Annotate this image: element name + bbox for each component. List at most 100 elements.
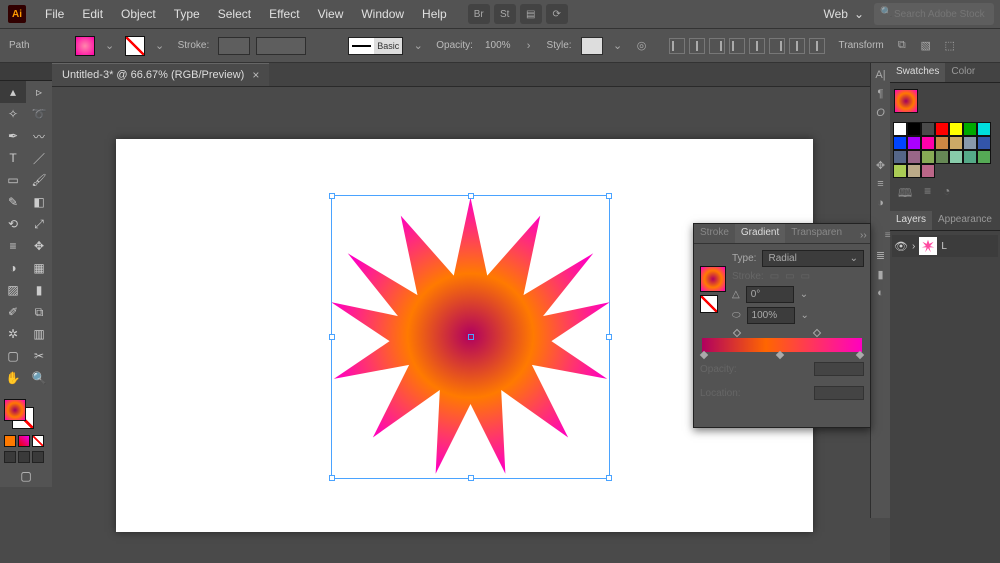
stop-opacity-input[interactable] xyxy=(814,362,864,376)
swatch[interactable] xyxy=(935,150,949,164)
midpoint-2[interactable] xyxy=(813,329,821,337)
handle-t[interactable] xyxy=(468,193,474,199)
menu-edit[interactable]: Edit xyxy=(73,7,112,21)
swatch[interactable] xyxy=(907,150,921,164)
swatch[interactable] xyxy=(977,136,991,150)
swatch[interactable] xyxy=(977,150,991,164)
swatch[interactable] xyxy=(893,136,907,150)
tab-appearance[interactable]: Appearance xyxy=(932,211,998,230)
handle-br[interactable] xyxy=(606,475,612,481)
none-mode-icon[interactable] xyxy=(32,435,44,447)
color-stop-2[interactable] xyxy=(776,352,784,361)
direct-selection-tool[interactable]: ▹ xyxy=(26,81,52,103)
swatch[interactable] xyxy=(921,150,935,164)
handle-b[interactable] xyxy=(468,475,474,481)
swatch[interactable] xyxy=(907,164,921,178)
swatch-libraries-icon[interactable]: 🕮 xyxy=(898,184,912,205)
paintbrush-tool[interactable]: 🖌 xyxy=(26,169,52,191)
stroke-weight-input[interactable] xyxy=(218,37,250,55)
swatch[interactable] xyxy=(893,122,907,136)
gpu-icon[interactable]: ⟳ xyxy=(546,4,568,24)
selection-tool[interactable]: ▴ xyxy=(0,81,26,103)
transform-panel-icon[interactable]: ✥ xyxy=(873,157,889,173)
edit-object-icon[interactable]: ⬚ xyxy=(941,37,959,55)
menu-view[interactable]: View xyxy=(309,7,353,21)
color-stop-1[interactable] xyxy=(700,352,708,361)
mesh-tool[interactable]: ▨ xyxy=(0,279,26,301)
fill-stroke-control[interactable] xyxy=(4,399,34,429)
curvature-tool[interactable]: 〰 xyxy=(26,125,52,147)
stroke-dropdown-icon[interactable]: ⌄ xyxy=(151,37,169,55)
stroke-panel-icon[interactable]: ≣ xyxy=(873,247,889,263)
brush-dropdown-icon[interactable]: ⌄ xyxy=(409,37,427,55)
panel-menu-icon[interactable]: ≡ xyxy=(879,227,897,240)
swatch[interactable] xyxy=(907,136,921,150)
color-mode-icon[interactable] xyxy=(4,435,16,447)
menu-window[interactable]: Window xyxy=(352,7,413,21)
tab-swatches[interactable]: Swatches xyxy=(890,63,945,82)
eyedropper-tool[interactable]: ✐ xyxy=(0,301,26,323)
search-input[interactable] xyxy=(874,3,994,25)
pen-tool[interactable]: ✒ xyxy=(0,125,26,147)
angle-dropdown-icon[interactable]: ⌄ xyxy=(800,289,808,300)
menu-type[interactable]: Type xyxy=(165,7,209,21)
align-bottom-icon[interactable] xyxy=(769,38,785,54)
close-tab-icon[interactable]: × xyxy=(252,68,259,82)
midpoint-1[interactable] xyxy=(733,329,741,337)
graphic-style-swatch[interactable] xyxy=(581,37,603,55)
column-graph-tool[interactable]: ▥ xyxy=(26,323,52,345)
isolate-icon[interactable]: ⧉ xyxy=(893,37,911,55)
magic-wand-tool[interactable]: ✧ xyxy=(0,103,26,125)
aspect-dropdown-icon[interactable]: ⌄ xyxy=(801,310,809,321)
swatch[interactable] xyxy=(921,122,935,136)
align-vcenter-icon[interactable] xyxy=(749,38,765,54)
distribute-h-icon[interactable] xyxy=(789,38,805,54)
draw-inside-icon[interactable] xyxy=(32,451,44,463)
current-fill-swatch[interactable] xyxy=(894,89,918,113)
draw-behind-icon[interactable] xyxy=(18,451,30,463)
selected-object[interactable] xyxy=(331,195,610,479)
fill-dropdown-icon[interactable]: ⌄ xyxy=(101,37,119,55)
fill-swatch[interactable] xyxy=(75,36,95,56)
hand-tool[interactable]: ✋ xyxy=(0,367,26,389)
swatch[interactable] xyxy=(907,122,921,136)
menu-object[interactable]: Object xyxy=(112,7,165,21)
scale-tool[interactable]: ⤢ xyxy=(26,213,52,235)
aspect-input[interactable]: 100% xyxy=(747,307,795,324)
center-point[interactable] xyxy=(468,334,474,340)
rotate-tool[interactable]: ⟲ xyxy=(0,213,26,235)
swatch[interactable] xyxy=(977,122,991,136)
handle-r[interactable] xyxy=(606,334,612,340)
blend-tool[interactable]: ⧉ xyxy=(26,301,52,323)
free-transform-tool[interactable]: ✥ xyxy=(26,235,52,257)
swatch[interactable] xyxy=(893,150,907,164)
stroke-swatch[interactable] xyxy=(125,36,145,56)
swatch[interactable] xyxy=(963,122,977,136)
symbol-sprayer-tool[interactable]: ✲ xyxy=(0,323,26,345)
handle-l[interactable] xyxy=(329,334,335,340)
opentype-panel-icon[interactable]: O xyxy=(873,105,889,121)
handle-tr[interactable] xyxy=(606,193,612,199)
brush-definition[interactable]: Basic xyxy=(348,37,403,55)
width-tool[interactable]: ≡ xyxy=(0,235,26,257)
opacity-value[interactable]: 100% xyxy=(485,40,511,51)
tab-stroke[interactable]: Stroke xyxy=(694,224,735,243)
layer-name[interactable]: L xyxy=(941,241,947,252)
swatch[interactable] xyxy=(963,136,977,150)
stroke-profile-dropdown[interactable] xyxy=(256,37,306,55)
zoom-tool[interactable]: 🔍 xyxy=(26,367,52,389)
swatch[interactable] xyxy=(949,136,963,150)
bridge-icon[interactable]: Br xyxy=(468,4,490,24)
opacity-popup-icon[interactable]: › xyxy=(520,37,538,55)
pathfinder-panel-icon[interactable]: ◑ xyxy=(873,195,889,211)
swatch-kind-icon[interactable]: ◔ xyxy=(943,184,950,205)
swatch-options-icon[interactable]: ≡ xyxy=(924,184,931,205)
character-panel-icon[interactable]: A| xyxy=(873,67,889,83)
type-tool[interactable]: T xyxy=(0,147,26,169)
perspective-tool[interactable]: ▦ xyxy=(26,257,52,279)
gradient-ramp[interactable] xyxy=(702,338,862,352)
gradient-tool[interactable]: ▮ xyxy=(26,279,52,301)
slice-tool[interactable]: ✂ xyxy=(26,345,52,367)
angle-input[interactable]: 0° xyxy=(746,286,794,303)
paragraph-panel-icon[interactable]: ¶ xyxy=(873,86,889,102)
